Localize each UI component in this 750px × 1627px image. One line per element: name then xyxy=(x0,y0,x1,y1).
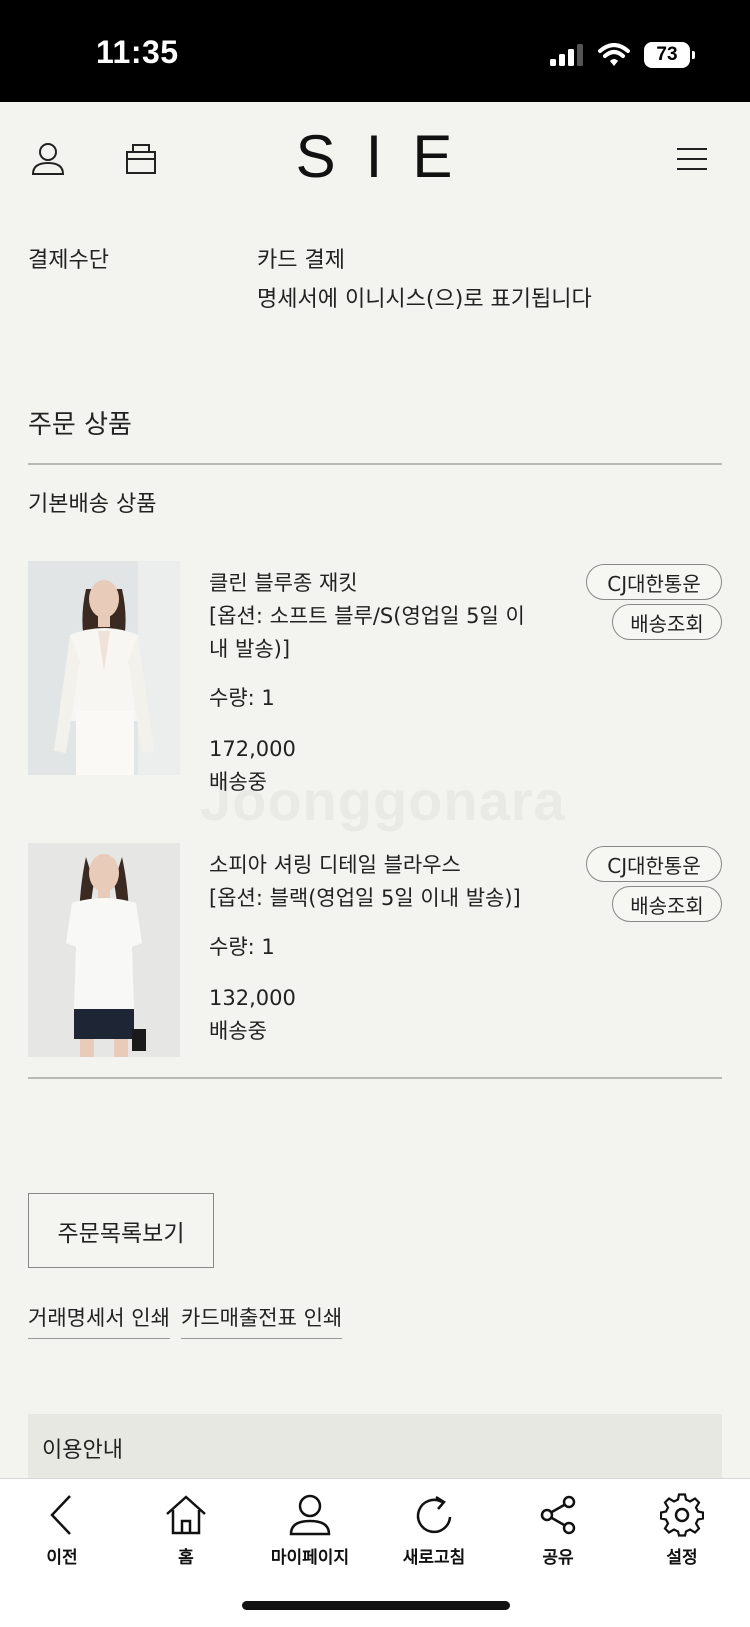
wifi-icon xyxy=(598,43,630,66)
courier-button[interactable]: CJ대한통운 xyxy=(586,564,722,600)
nav-mypage[interactable]: 마이페이지 xyxy=(250,1493,370,1568)
payment-label: 결제수단 xyxy=(28,248,109,273)
product-option: 내 발송)] xyxy=(209,637,291,661)
product-price: 172,000 xyxy=(209,737,296,761)
payment-value: 카드 결제 xyxy=(257,248,345,273)
refresh-icon xyxy=(416,1495,452,1534)
site-header: SIE xyxy=(0,102,750,227)
product-option: [옵션: 블랙(영업일 5일 이내 발송)] xyxy=(209,886,521,910)
nav-label: 새로고침 xyxy=(402,1548,466,1568)
home-indicator[interactable] xyxy=(242,1601,510,1610)
status-time: 11:35 xyxy=(96,34,179,70)
nav-settings[interactable]: 설정 xyxy=(622,1493,742,1568)
nav-label: 공유 xyxy=(542,1548,574,1568)
nav-label: 홈 xyxy=(178,1548,194,1568)
track-delivery-button[interactable]: 배송조회 xyxy=(612,604,722,640)
product-item: 소피아 셔링 디테일 블라우스 [옵션: 블랙(영업일 5일 이내 발송)] 수… xyxy=(28,843,722,1057)
home-icon xyxy=(166,1495,206,1535)
nav-label: 마이페이지 xyxy=(270,1548,350,1568)
status-icons: 73 xyxy=(550,38,695,72)
track-delivery-button[interactable]: 배송조회 xyxy=(612,886,722,922)
product-image[interactable] xyxy=(28,561,180,775)
nav-home[interactable]: 홈 xyxy=(126,1493,246,1568)
nav-share[interactable]: 공유 xyxy=(498,1493,618,1568)
status-bar: 11:35 73 xyxy=(0,0,750,102)
hamburger-icon[interactable] xyxy=(676,146,708,176)
courier-button[interactable]: CJ대한통운 xyxy=(586,846,722,882)
usage-info-label: 이용안내 xyxy=(42,1438,123,1463)
share-icon xyxy=(540,1495,576,1535)
product-details: 클린 블루종 재킷 [옵션: 소프트 블루/S(영업일 5일 이 내 발송)] … xyxy=(209,567,539,799)
product-price: 132,000 xyxy=(209,986,296,1010)
statement-print-link[interactable]: 거래명세서 인쇄 xyxy=(28,1302,170,1339)
user-icon xyxy=(289,1494,331,1536)
product-quantity: 수량: 1 xyxy=(209,686,275,710)
divider xyxy=(28,1077,722,1079)
delivery-status: 배송중 xyxy=(209,1019,267,1043)
product-option: [옵션: 소프트 블루/S(영업일 5일 이 xyxy=(209,604,525,628)
signal-icon xyxy=(550,44,583,66)
product-name[interactable]: 소피아 셔링 디테일 블라우스 xyxy=(209,849,539,882)
nav-label: 설정 xyxy=(666,1548,698,1568)
section-title: 주문 상품 xyxy=(28,410,132,440)
divider xyxy=(28,463,722,465)
payment-note: 명세서에 이니시스(으)로 표기됩니다 xyxy=(257,287,592,312)
card-slip-print-link[interactable]: 카드매출전표 인쇄 xyxy=(181,1302,343,1339)
product-details: 소피아 셔링 디테일 블라우스 [옵션: 블랙(영업일 5일 이내 발송)] 수… xyxy=(209,849,539,1048)
subsection-title: 기본배송 상품 xyxy=(28,492,157,517)
nav-label: 이전 xyxy=(46,1548,78,1568)
nav-refresh[interactable]: 새로고침 xyxy=(374,1493,494,1568)
product-name[interactable]: 클린 블루종 재킷 xyxy=(209,567,539,600)
back-icon xyxy=(50,1495,71,1535)
usage-info-panel[interactable]: 이용안내 xyxy=(28,1414,722,1478)
brand-logo[interactable]: SIE xyxy=(0,122,750,191)
bottom-navigation: 이전 홈 마이페이지 새로고침 공유 설정 xyxy=(0,1478,750,1627)
order-list-button[interactable]: 주문목록보기 xyxy=(28,1193,214,1268)
product-item: 클린 블루종 재킷 [옵션: 소프트 블루/S(영업일 5일 이 내 발송)] … xyxy=(28,561,722,794)
delivery-status: 배송중 xyxy=(209,770,267,794)
product-image[interactable] xyxy=(28,843,180,1057)
battery-indicator: 73 xyxy=(644,42,695,68)
gear-icon xyxy=(660,1493,704,1537)
product-quantity: 수량: 1 xyxy=(209,935,275,959)
nav-back[interactable]: 이전 xyxy=(2,1493,122,1568)
